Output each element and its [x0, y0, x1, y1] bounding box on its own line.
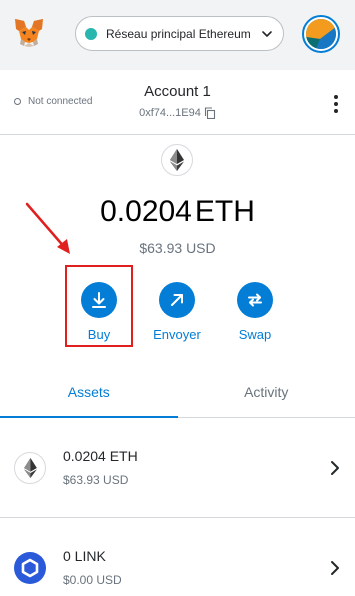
swap-label: Swap	[238, 327, 272, 342]
chevron-right-icon	[331, 461, 339, 475]
balance-symbol: ETH	[194, 195, 255, 228]
asset-fiat: $63.93 USD	[63, 473, 129, 487]
asset-row-eth[interactable]: 0.0204 ETH $63.93 USD	[0, 418, 355, 518]
app-header: Réseau principal Ethereum	[0, 0, 355, 70]
annotation-arrow-icon	[25, 202, 70, 254]
network-label: Réseau principal Ethereum	[106, 26, 251, 41]
copy-icon	[204, 107, 215, 119]
send-label: Envoyer	[153, 327, 201, 342]
arrow-up-right-icon	[171, 294, 183, 306]
kebab-menu-icon[interactable]	[329, 94, 343, 114]
account-identicon	[306, 19, 336, 49]
account-address-copy[interactable]: 0xf74...1E94	[0, 107, 355, 119]
network-status-dot	[85, 27, 97, 40]
asset-row-link[interactable]: 0 LINK $0.00 USD	[0, 518, 355, 596]
chainlink-icon	[14, 552, 46, 584]
ethereum-icon	[14, 452, 46, 484]
account-name: Account 1	[144, 83, 211, 100]
tab-activity[interactable]: Activity	[178, 370, 355, 417]
account-address: 0xf74...1E94	[139, 107, 201, 119]
asset-fiat: $0.00 USD	[63, 573, 122, 587]
network-selector[interactable]: Réseau principal Ethereum	[75, 16, 284, 51]
send-button[interactable]: Envoyer	[142, 282, 212, 342]
swap-button[interactable]: Swap	[220, 282, 290, 342]
account-avatar[interactable]	[302, 15, 340, 53]
swap-arrows-icon	[248, 293, 262, 307]
tab-bar: Assets Activity	[0, 370, 355, 418]
tab-assets[interactable]: Assets	[0, 370, 178, 418]
send-icon-circle	[159, 282, 195, 318]
annotation-highlight-box	[65, 265, 133, 347]
metamask-fox-icon[interactable]	[13, 17, 45, 49]
ethereum-icon	[161, 144, 193, 176]
chevron-down-icon	[262, 30, 272, 37]
asset-name: 0.0204 ETH	[63, 448, 138, 464]
asset-name: 0 LINK	[63, 548, 106, 564]
balance-value: 0.0204	[100, 195, 192, 228]
account-bar: Not connected Account 1 0xf74...1E94	[0, 70, 355, 135]
swap-icon-circle	[237, 282, 273, 318]
chevron-right-icon	[331, 561, 339, 575]
